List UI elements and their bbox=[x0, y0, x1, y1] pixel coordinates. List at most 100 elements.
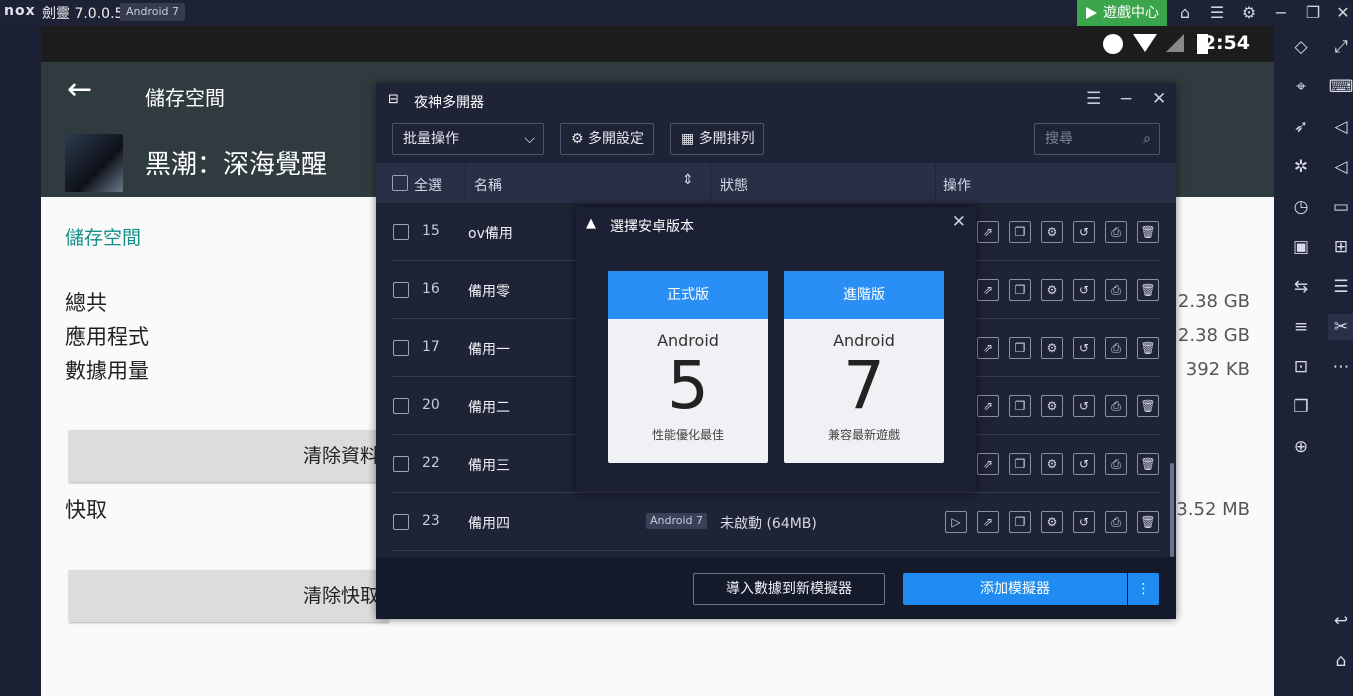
export-icon[interactable]: ⎙ bbox=[1105, 279, 1127, 301]
android-home-icon[interactable]: ⌂ bbox=[1328, 648, 1353, 674]
row-checkbox[interactable] bbox=[393, 514, 409, 530]
record-icon[interactable]: ◷ bbox=[1288, 194, 1314, 220]
export-icon[interactable]: ⎙ bbox=[1105, 395, 1127, 417]
manager-close-icon[interactable]: ✕ bbox=[1152, 89, 1166, 109]
backup-icon[interactable]: ↺ bbox=[1073, 395, 1095, 417]
add-emulator-more-button[interactable]: ⋮ bbox=[1128, 573, 1159, 605]
delete-icon[interactable]: 🗑 bbox=[1137, 453, 1159, 475]
multi-instance-icon[interactable]: ☰ bbox=[1328, 274, 1353, 300]
instance-row[interactable]: 23 備用四 Android 7 未啟動 (64MB) ▷ ⇗ ❐ ⚙ ↺ ⎙ … bbox=[392, 493, 1160, 551]
add-emulator-button[interactable]: 添加模擬器 bbox=[903, 573, 1127, 605]
clone-icon[interactable]: ❐ bbox=[1009, 511, 1031, 533]
keyboard-icon[interactable]: ⌨ bbox=[1328, 74, 1353, 100]
export-icon[interactable]: ⎙ bbox=[1105, 337, 1127, 359]
row-checkbox[interactable] bbox=[393, 224, 409, 240]
row-checkbox[interactable] bbox=[393, 340, 409, 356]
apps-value: 2.38 GB bbox=[1177, 325, 1250, 346]
clone-icon[interactable]: ❐ bbox=[1009, 279, 1031, 301]
rocket-icon[interactable]: ➶ bbox=[1288, 114, 1314, 140]
row-checkbox[interactable] bbox=[393, 282, 409, 298]
clone-icon[interactable]: ❐ bbox=[1009, 337, 1031, 359]
name-column-header[interactable]: 名稱 bbox=[474, 175, 502, 195]
clear-data-button[interactable]: 清除資料 bbox=[69, 430, 389, 482]
nox-logo: nox bbox=[4, 3, 36, 19]
backup-icon[interactable]: ↺ bbox=[1073, 511, 1095, 533]
actions-column-header: 操作 bbox=[943, 178, 971, 194]
settings-icon[interactable]: ⚙ bbox=[1041, 279, 1063, 301]
settings-icon[interactable]: ⚙ bbox=[1041, 221, 1063, 243]
apk-install-icon[interactable]: ⊞ bbox=[1328, 234, 1353, 260]
settings-icon[interactable]: ⚙ bbox=[1041, 453, 1063, 475]
multi-settings-button[interactable]: ⚙ 多開設定 bbox=[560, 123, 654, 155]
search-input[interactable]: 搜尋 ⌕ bbox=[1034, 123, 1160, 155]
backup-icon[interactable]: ↺ bbox=[1073, 453, 1095, 475]
volume-up-icon[interactable]: ◁ bbox=[1328, 114, 1353, 140]
batch-operation-select[interactable]: 批量操作 ⌵ bbox=[392, 123, 544, 155]
gear-icon[interactable]: ⚙ bbox=[1238, 2, 1260, 24]
delete-icon[interactable]: 🗑 bbox=[1137, 395, 1159, 417]
shortcut-icon[interactable]: ⇗ bbox=[977, 337, 999, 359]
manager-minimize-icon[interactable]: − bbox=[1119, 89, 1133, 109]
minimize-icon[interactable]: − bbox=[1270, 2, 1292, 24]
clone-icon[interactable]: ❐ bbox=[1009, 221, 1031, 243]
volume-down-icon[interactable]: ◁ bbox=[1328, 154, 1353, 180]
settings-icon[interactable]: ⚙ bbox=[1041, 511, 1063, 533]
android-5-card[interactable]: 正式版 Android 5 性能優化最佳 bbox=[608, 271, 768, 463]
scissors-icon[interactable]: ✂ bbox=[1328, 314, 1353, 340]
delete-icon[interactable]: 🗑 bbox=[1137, 279, 1159, 301]
shortcut-icon[interactable]: ⇗ bbox=[977, 453, 999, 475]
rotate-icon[interactable]: ◇ bbox=[1288, 34, 1314, 60]
app-name: 劍靈 7.0.0.5 bbox=[42, 6, 124, 22]
delete-icon[interactable]: 🗑 bbox=[1137, 221, 1159, 243]
copy-icon[interactable]: ❐ bbox=[1288, 394, 1314, 420]
shortcut-icon[interactable]: ⇗ bbox=[977, 279, 999, 301]
backup-icon[interactable]: ↺ bbox=[1073, 221, 1095, 243]
loading-icon[interactable]: ✲ bbox=[1288, 154, 1314, 180]
shortcut-icon[interactable]: ⇗ bbox=[977, 395, 999, 417]
home-icon[interactable]: ⌂ bbox=[1174, 2, 1196, 24]
fullscreen-icon[interactable]: ⤢ bbox=[1328, 34, 1353, 60]
screen-icon[interactable]: ▭ bbox=[1328, 194, 1353, 220]
clone-icon[interactable]: ❐ bbox=[1009, 395, 1031, 417]
row-checkbox[interactable] bbox=[393, 456, 409, 472]
add-tool-icon[interactable]: ⊕ bbox=[1288, 434, 1314, 460]
export-icon[interactable]: ⎙ bbox=[1105, 453, 1127, 475]
clear-cache-button[interactable]: 清除快取 bbox=[69, 570, 389, 622]
game-center-button[interactable]: 遊戲中心 bbox=[1077, 0, 1167, 26]
menu-icon[interactable]: ☰ bbox=[1206, 2, 1228, 24]
restore-icon[interactable]: ❐ bbox=[1302, 2, 1324, 24]
export-icon[interactable]: ⎙ bbox=[1105, 511, 1127, 533]
more-dots-icon[interactable]: ⋯ bbox=[1328, 354, 1353, 380]
more-menu-icon[interactable]: ≡ bbox=[1288, 314, 1314, 340]
dialog-close-icon[interactable]: ✕ bbox=[952, 212, 966, 232]
location-icon[interactable]: ⌖ bbox=[1288, 74, 1314, 100]
settings-icon[interactable]: ⚙ bbox=[1041, 395, 1063, 417]
clone-icon[interactable]: ❐ bbox=[1009, 453, 1031, 475]
manager-menu-icon[interactable]: ☰ bbox=[1086, 89, 1101, 109]
export-icon[interactable]: ⎙ bbox=[1105, 221, 1127, 243]
delete-icon[interactable]: 🗑 bbox=[1137, 511, 1159, 533]
android-back-icon[interactable]: ↩ bbox=[1328, 608, 1353, 634]
sync-icon[interactable]: ⇆ bbox=[1288, 274, 1314, 300]
settings-icon[interactable]: ⚙ bbox=[1041, 337, 1063, 359]
delete-icon[interactable]: 🗑 bbox=[1137, 337, 1159, 359]
android-version-badge: Android 7 bbox=[120, 3, 186, 21]
multi-arrange-button[interactable]: ▦ 多開排列 bbox=[670, 123, 764, 155]
play-icon[interactable]: ▷ bbox=[945, 511, 967, 533]
manager-logo-icon: ⊟ bbox=[388, 92, 399, 107]
shortcut-icon[interactable]: ⇗ bbox=[977, 511, 999, 533]
apps-label: 應用程式 bbox=[65, 325, 149, 349]
list-scrollbar[interactable] bbox=[1170, 463, 1174, 557]
select-all-checkbox[interactable] bbox=[392, 175, 408, 191]
close-icon[interactable]: ✕ bbox=[1332, 2, 1353, 24]
shortcut-icon[interactable]: ⇗ bbox=[977, 221, 999, 243]
backup-icon[interactable]: ↺ bbox=[1073, 279, 1095, 301]
backup-icon[interactable]: ↺ bbox=[1073, 337, 1095, 359]
import-data-button[interactable]: 導入數據到新模擬器 bbox=[693, 573, 885, 605]
row-checkbox[interactable] bbox=[393, 398, 409, 414]
screenshot-icon[interactable]: ⊡ bbox=[1288, 354, 1314, 380]
back-arrow-icon[interactable]: ← bbox=[67, 72, 92, 107]
android-7-card[interactable]: 進階版 Android 7 兼容最新遊戲 bbox=[784, 271, 944, 463]
video-record-icon[interactable]: ▣ bbox=[1288, 234, 1314, 260]
sort-icon[interactable]: ⇕ bbox=[682, 172, 694, 188]
